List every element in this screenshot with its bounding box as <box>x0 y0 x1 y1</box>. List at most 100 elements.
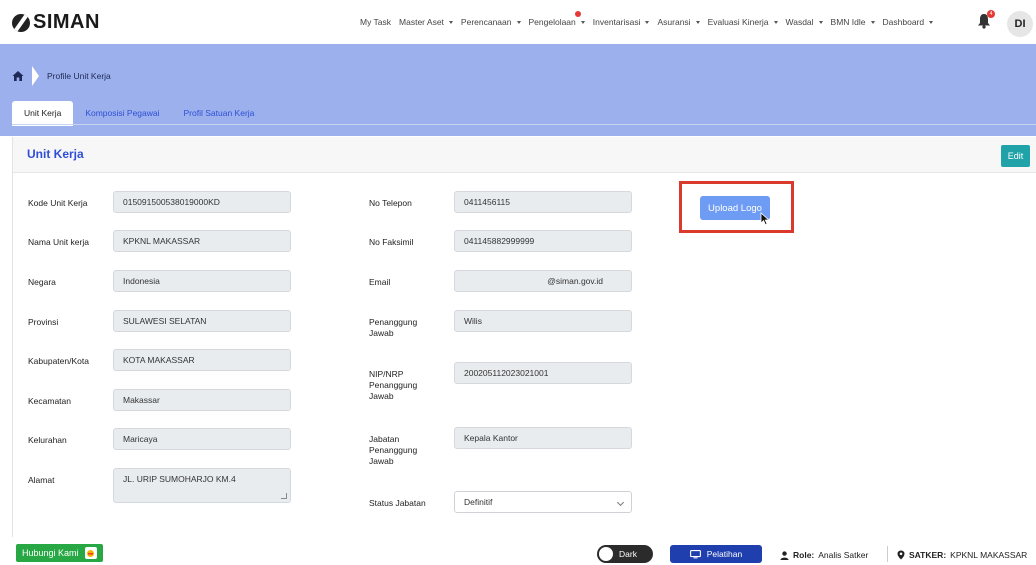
label-provinsi: Provinsi <box>28 317 59 327</box>
select-status-jabatan[interactable]: Definitif <box>454 491 632 513</box>
alamat-value: JL. URIP SUMOHARJO KM.4 <box>123 474 236 484</box>
nav-asuransi[interactable]: Asuransi <box>657 17 700 27</box>
caret-down-icon <box>773 20 778 24</box>
nav-label: Pengelolaan <box>528 17 576 27</box>
top-navbar: SIMAN My Task Master Aset Perencanaan Pe… <box>0 0 1036 44</box>
nav-inventarisasi[interactable]: Inventarisasi <box>593 17 650 27</box>
label-email: Email <box>369 277 391 287</box>
siman-logo-icon <box>12 13 30 32</box>
caret-down-icon <box>580 20 585 24</box>
nav-label: Master Aset <box>399 17 444 27</box>
user-icon <box>780 550 789 560</box>
nav-my-task[interactable]: My Task <box>360 17 391 27</box>
footer-bar: Hubungi Kami Dark Pelatihan Role: Analis… <box>0 541 1036 565</box>
edit-button[interactable]: Edit <box>1001 145 1030 167</box>
card-header: Unit Kerja Edit <box>13 137 1036 173</box>
nav-evaluasi-kinerja[interactable]: Evaluasi Kinerja <box>708 17 778 27</box>
nav-dashboard[interactable]: Dashboard <box>883 17 934 27</box>
label-kelurahan: Kelurahan <box>28 435 67 445</box>
caret-down-icon <box>818 20 823 24</box>
resize-handle-icon[interactable] <box>281 493 287 499</box>
caret-down-icon <box>516 20 521 24</box>
training-button[interactable]: Pelatihan <box>670 545 762 563</box>
nav-perencanaan[interactable]: Perencanaan <box>461 17 521 27</box>
dark-label: Dark <box>619 549 637 559</box>
label-no-faksimil: No Faksimil <box>369 237 414 247</box>
input-nama-unit-kerja[interactable]: KPKNL MAKASSAR <box>113 230 291 252</box>
label-penanggung-jawab: Penanggung Jawab <box>369 317 418 338</box>
input-penanggung-jawab[interactable]: Wilis <box>454 310 632 332</box>
caret-down-icon <box>695 20 700 24</box>
breadcrumb-current: Profile Unit Kerja <box>47 71 111 81</box>
select-value: Definitif <box>464 497 493 507</box>
app-logo[interactable]: SIMAN <box>12 11 100 34</box>
label-negara: Negara <box>28 277 56 287</box>
input-kecamatan[interactable]: Makassar <box>113 389 291 411</box>
tab-bar: Unit Kerja Komposisi Pegawai Profil Satu… <box>12 101 266 126</box>
caret-down-icon <box>870 20 875 24</box>
user-avatar[interactable]: DI <box>1007 11 1033 37</box>
label-no-telepon: No Telepon <box>369 198 412 208</box>
nav-master-aset[interactable]: Master Aset <box>399 17 453 27</box>
home-icon[interactable] <box>12 70 24 82</box>
satker-key: SATKER: <box>909 550 947 560</box>
contact-label: Hubungi Kami <box>22 548 79 558</box>
label-status-jabatan: Status Jabatan <box>369 498 426 508</box>
card-title: Unit Kerja <box>27 147 84 161</box>
breadcrumb-separator <box>32 66 39 86</box>
main-nav: My Task Master Aset Perencanaan Pengelol… <box>360 11 941 27</box>
tab-komposisi-pegawai[interactable]: Komposisi Pegawai <box>73 101 171 126</box>
nav-pengelolaan[interactable]: Pengelolaan <box>528 11 585 27</box>
input-provinsi[interactable]: SULAWESI SELATAN <box>113 310 291 332</box>
input-nip-nrp[interactable]: 200205112023021001 <box>454 362 632 384</box>
input-jabatan[interactable]: Kepala Kantor <box>454 427 632 449</box>
toggle-knob <box>599 547 613 561</box>
map-marker-icon <box>897 550 905 560</box>
role-key: Role: <box>793 550 815 560</box>
contact-button[interactable]: Hubungi Kami <box>16 544 103 562</box>
monitor-icon <box>689 549 701 558</box>
tab-unit-kerja[interactable]: Unit Kerja <box>12 101 74 126</box>
app-logo-text: SIMAN <box>33 11 100 33</box>
input-no-telepon[interactable]: 0411456115 <box>454 191 632 213</box>
caret-down-icon <box>448 20 453 24</box>
label-kabupaten-kota: Kabupaten/Kota <box>28 356 89 366</box>
nav-label: Evaluasi Kinerja <box>707 17 769 27</box>
mouse-cursor-icon <box>760 212 770 226</box>
nav-label: Wasdal <box>785 17 814 27</box>
label-alamat: Alamat <box>28 475 55 485</box>
satker-indicator: SATKER: KPKNL MAKASSAR <box>897 550 1027 560</box>
nav-label: BMN Idle <box>830 17 866 27</box>
input-no-faksimil[interactable]: 041145882999999 <box>454 230 632 252</box>
label-nama-unit-kerja: Nama Unit kerja <box>28 237 89 247</box>
tab-divider <box>12 124 1036 125</box>
input-kode-unit-kerja[interactable]: 015091500538019000KD <box>113 191 291 213</box>
nav-label: Inventarisasi <box>592 17 641 27</box>
label-kode-unit-kerja: Kode Unit Kerja <box>28 198 88 208</box>
input-kabupaten-kota[interactable]: KOTA MAKASSAR <box>113 349 291 371</box>
role-value: Analis Satker <box>818 550 869 560</box>
contact-logo-icon <box>84 547 97 559</box>
dark-mode-toggle[interactable]: Dark <box>597 545 653 563</box>
training-label: Pelatihan <box>706 549 743 559</box>
label-nip-nrp-penanggung-jawab: NIP/NRP Penanggung Jawab <box>369 369 418 401</box>
input-email[interactable]: @siman.gov.id <box>454 270 632 292</box>
caret-down-icon <box>929 20 934 24</box>
footer-divider <box>887 546 888 562</box>
input-negara[interactable]: Indonesia <box>113 270 291 292</box>
nav-wasdal[interactable]: Wasdal <box>786 17 823 27</box>
nav-label: Perencanaan <box>460 17 512 27</box>
nav-label: Asuransi <box>657 17 691 27</box>
nav-bmn-idle[interactable]: BMN Idle <box>831 17 875 27</box>
input-kelurahan[interactable]: Maricaya <box>113 428 291 450</box>
nav-label: My Task <box>360 17 392 27</box>
label-jabatan-penanggung-jawab: Jabatan Penanggung Jawab <box>369 434 418 466</box>
caret-down-icon <box>645 20 650 24</box>
textarea-alamat[interactable]: JL. URIP SUMOHARJO KM.4 <box>113 468 291 503</box>
notification-badge: 4 <box>987 10 995 18</box>
breadcrumb: Profile Unit Kerja <box>12 66 111 86</box>
nav-label: Dashboard <box>882 17 925 27</box>
role-indicator: Role: Analis Satker <box>780 550 868 560</box>
chevron-down-icon <box>616 498 625 507</box>
tab-profil-satuan-kerja[interactable]: Profil Satuan Kerja <box>172 101 267 126</box>
